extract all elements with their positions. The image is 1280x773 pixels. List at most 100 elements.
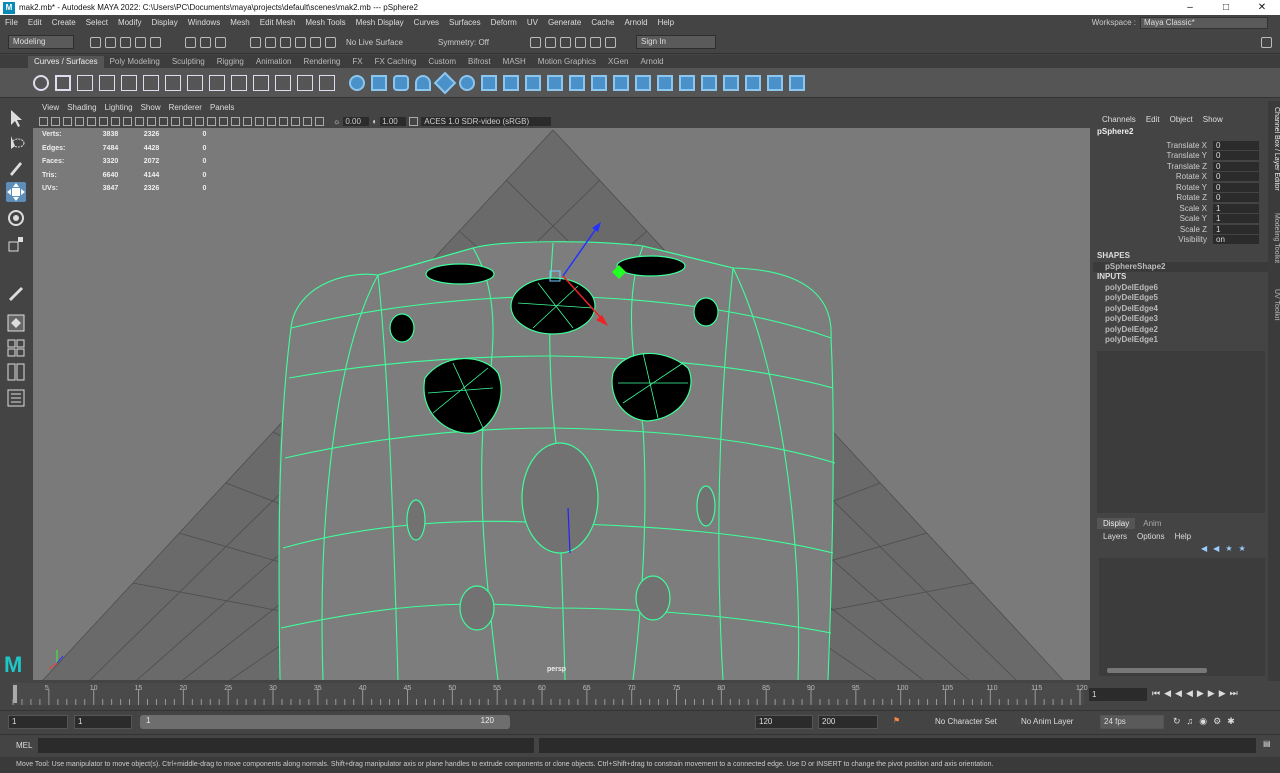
select-tool-icon[interactable] xyxy=(6,108,26,128)
command-language-label[interactable]: MEL xyxy=(16,741,32,750)
default-material-icon[interactable] xyxy=(183,116,192,126)
fps-dropdown[interactable]: 24 fps xyxy=(1100,715,1164,729)
curve-insert-knot-icon[interactable] xyxy=(319,74,335,91)
camera-select-icon[interactable] xyxy=(39,116,48,126)
nurbs-cylinder-icon[interactable] xyxy=(393,74,409,91)
step-forward-key-icon[interactable]: ▶ xyxy=(1219,688,1226,699)
xray-components-icon[interactable] xyxy=(315,116,324,126)
input-node[interactable]: polyDelEdge4 xyxy=(1093,304,1268,315)
nurbs-circle-icon[interactable] xyxy=(33,74,49,91)
shape-node[interactable]: pSphereShape2 xyxy=(1093,261,1268,272)
open-scene-icon[interactable] xyxy=(105,36,116,48)
isolate-select-icon[interactable] xyxy=(279,116,288,126)
motion-blur-icon[interactable] xyxy=(243,116,252,126)
channel-show-menu[interactable]: Show xyxy=(1203,115,1223,124)
shadows-icon[interactable] xyxy=(219,116,228,126)
menu-mesh-display[interactable]: Mesh Display xyxy=(351,18,409,27)
lasso-tool-icon[interactable] xyxy=(6,134,26,154)
snap-edge-icon[interactable] xyxy=(325,36,336,48)
redo-icon[interactable] xyxy=(150,36,161,48)
resolution-gate-icon[interactable] xyxy=(111,116,120,126)
curve-reverse-icon[interactable] xyxy=(253,74,269,91)
hypershade-icon[interactable] xyxy=(575,36,586,48)
birail-icon[interactable] xyxy=(569,74,585,91)
menu-surfaces[interactable]: Surfaces xyxy=(444,18,486,27)
snap-curve-icon[interactable] xyxy=(265,36,276,48)
auto-key-icon[interactable]: ⚑ xyxy=(893,716,900,725)
side-tab-uv-toolkit[interactable]: UV Toolkit xyxy=(1268,289,1280,320)
attr-visibility[interactable]: Visibility on xyxy=(1093,235,1268,246)
shelf-tab-bifrost[interactable]: Bifrost xyxy=(462,56,497,68)
layer-options-menu[interactable]: Options xyxy=(1137,532,1165,541)
loop-icon[interactable]: ↻ xyxy=(1173,716,1181,727)
shelf-tab-arnold[interactable]: Arnold xyxy=(635,56,670,68)
close-icon[interactable]: ✕ xyxy=(1244,2,1280,13)
cache-icon[interactable]: ✱ xyxy=(1227,716,1235,727)
anti-alias-icon[interactable] xyxy=(255,116,264,126)
bezier-curve-icon[interactable] xyxy=(143,74,159,91)
go-to-end-icon[interactable]: ⏭ xyxy=(1230,688,1238,699)
select-hierarchy-icon[interactable] xyxy=(185,36,196,48)
cv-curve-icon[interactable] xyxy=(77,74,93,91)
anim-layer-dropdown[interactable]: No Anim Layer xyxy=(1021,717,1073,726)
symmetry-field[interactable]: Symmetry: Off xyxy=(438,38,508,47)
range-end-field[interactable]: 120 xyxy=(755,715,813,729)
input-node[interactable]: polyDelEdge5 xyxy=(1093,293,1268,304)
menu-cache[interactable]: Cache xyxy=(586,18,619,27)
snap-grid-icon[interactable] xyxy=(250,36,261,48)
layer-move-down-icon[interactable]: ◀ xyxy=(1213,544,1219,553)
lights-icon[interactable] xyxy=(207,116,216,126)
attr-translate-y[interactable]: Translate Y0 xyxy=(1093,151,1268,162)
color-space-dropdown[interactable]: ACES 1.0 SDR-video (sRGB) xyxy=(421,116,552,126)
attr-scale-z[interactable]: Scale Z1 xyxy=(1093,224,1268,235)
viewport-menu-show[interactable]: Show xyxy=(137,103,165,112)
planar-icon[interactable] xyxy=(525,74,541,91)
camera-attributes-icon[interactable] xyxy=(51,116,60,126)
menu-modify[interactable]: Modify xyxy=(113,18,147,27)
menu-uv[interactable]: UV xyxy=(522,18,543,27)
attr-translate-x[interactable]: Translate X0 xyxy=(1093,140,1268,151)
viewport-menu-renderer[interactable]: Renderer xyxy=(165,103,206,112)
untrim-icon[interactable] xyxy=(745,74,761,91)
select-component-icon[interactable] xyxy=(215,36,226,48)
start-time-field[interactable]: 1 xyxy=(8,715,68,729)
play-forward-icon[interactable]: ▶ xyxy=(1197,688,1204,699)
xray-joints-icon[interactable] xyxy=(303,116,312,126)
nurbs-plane-icon[interactable] xyxy=(433,71,457,94)
input-node[interactable]: polyDelEdge6 xyxy=(1093,283,1268,294)
rebuild-surface-icon[interactable] xyxy=(789,74,805,91)
shelf-tab-motion-graphics[interactable]: Motion Graphics xyxy=(532,56,602,68)
loft-icon[interactable] xyxy=(503,74,519,91)
ipr-render-icon[interactable] xyxy=(545,36,556,48)
render-settings-icon[interactable] xyxy=(560,36,571,48)
scale-tool-icon[interactable] xyxy=(6,234,26,254)
undo-icon[interactable] xyxy=(135,36,146,48)
field-chart-icon[interactable] xyxy=(135,116,144,126)
safe-action-icon[interactable] xyxy=(147,116,156,126)
select-object-icon[interactable] xyxy=(200,36,211,48)
smooth-shade-icon[interactable] xyxy=(171,116,180,126)
shelf-tab-fx[interactable]: FX xyxy=(346,56,368,68)
new-layer-selected-icon[interactable]: ★ xyxy=(1238,544,1245,553)
layer-tab-display[interactable]: Display xyxy=(1097,518,1136,529)
layer-list[interactable] xyxy=(1099,558,1265,676)
panel-toggle-icon[interactable] xyxy=(1261,36,1272,48)
menu-select[interactable]: Select xyxy=(81,18,113,27)
attr-scale-y[interactable]: Scale Y1 xyxy=(1093,214,1268,225)
single-perspective-layout-icon[interactable] xyxy=(6,313,26,333)
film-gate-icon[interactable] xyxy=(99,116,108,126)
step-back-frame-icon[interactable]: ◀ xyxy=(1175,688,1182,699)
exposure-field[interactable]: 0.00 xyxy=(343,116,370,126)
last-tool-icon[interactable] xyxy=(6,282,26,302)
curve-detach-icon[interactable] xyxy=(209,74,225,91)
extrude-icon[interactable] xyxy=(547,74,563,91)
workspace-dropdown[interactable]: Maya Classic* xyxy=(1140,16,1268,29)
live-surface-field[interactable]: No Live Surface xyxy=(346,38,416,47)
menu-mesh[interactable]: Mesh xyxy=(225,18,255,27)
curve-fillet-icon[interactable] xyxy=(297,74,313,91)
rotate-tool-icon[interactable] xyxy=(6,208,26,228)
boundary-icon[interactable] xyxy=(613,74,629,91)
square-surface-icon[interactable] xyxy=(635,74,651,91)
sign-in-dropdown[interactable]: Sign In xyxy=(636,35,716,49)
outliner-layout-icon[interactable] xyxy=(6,388,26,408)
